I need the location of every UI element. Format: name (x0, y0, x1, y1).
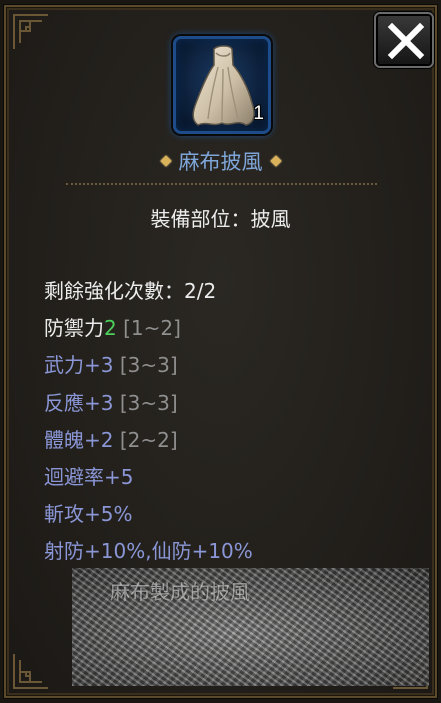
corner-ornament (12, 652, 50, 690)
stat-resistances: 射防+10%,仙防+10% (44, 537, 404, 574)
diamond-ornament-icon (269, 155, 282, 167)
stat-martial: 武力+3 [3~3] (44, 351, 404, 388)
stat-evasion: 迴避率+5 (44, 463, 404, 500)
stat-defense: 防禦力2 [1~2] (44, 314, 404, 351)
stat-label: 體魄+2 (44, 427, 114, 452)
item-name: 麻布披風 (178, 150, 263, 174)
stat-slash-attack: 斬攻+5% (44, 500, 404, 537)
stat-upgrades-remaining: 剩餘強化次數：2/2 (44, 277, 404, 314)
diamond-ornament-icon (159, 155, 172, 167)
close-button[interactable] (374, 12, 434, 68)
stat-label: 武力+3 (44, 353, 114, 378)
stats-list: 剩餘強化次數：2/2 防禦力2 [1~2] 武力+3 [3~3] 反應+3 [3… (44, 277, 404, 575)
stat-label: 迴避率+5 (44, 464, 134, 489)
item-title: 麻布披風 (0, 146, 441, 176)
item-count: 1 (253, 103, 264, 124)
cloak-icon (192, 45, 255, 126)
stat-label: 反應+3 (44, 390, 114, 415)
stat-label: 剩餘強化次數： (44, 279, 184, 303)
title-divider (66, 183, 377, 185)
stat-reaction: 反應+3 [3~3] (44, 389, 404, 426)
equip-slot-value: 披風 (250, 207, 291, 231)
stat-range: [2~2] (119, 427, 178, 452)
scene-caption: 麻布製成的披風 (110, 580, 250, 604)
item-icon-slot[interactable]: 1 (173, 36, 271, 134)
equip-slot-info: 裝備部位：披風 (0, 203, 441, 232)
equip-slot-label: 裝備部位： (150, 207, 251, 231)
stat-value: 2/2 (184, 279, 217, 303)
background-scene: 麻布製成的披風 (72, 568, 429, 686)
stat-range: [1~2] (123, 316, 181, 341)
stat-range: [3~3] (119, 353, 178, 378)
stat-range: [3~3] (119, 390, 178, 415)
stat-label: 斬攻+5% (44, 502, 133, 527)
stat-label: 防禦力 (44, 316, 104, 341)
stat-physique: 體魄+2 [2~2] (44, 426, 404, 463)
corner-ornament (12, 13, 50, 51)
close-icon (387, 22, 425, 60)
stat-value: 2 (104, 316, 117, 341)
stat-label: 射防+10%,仙防+10% (44, 539, 253, 564)
